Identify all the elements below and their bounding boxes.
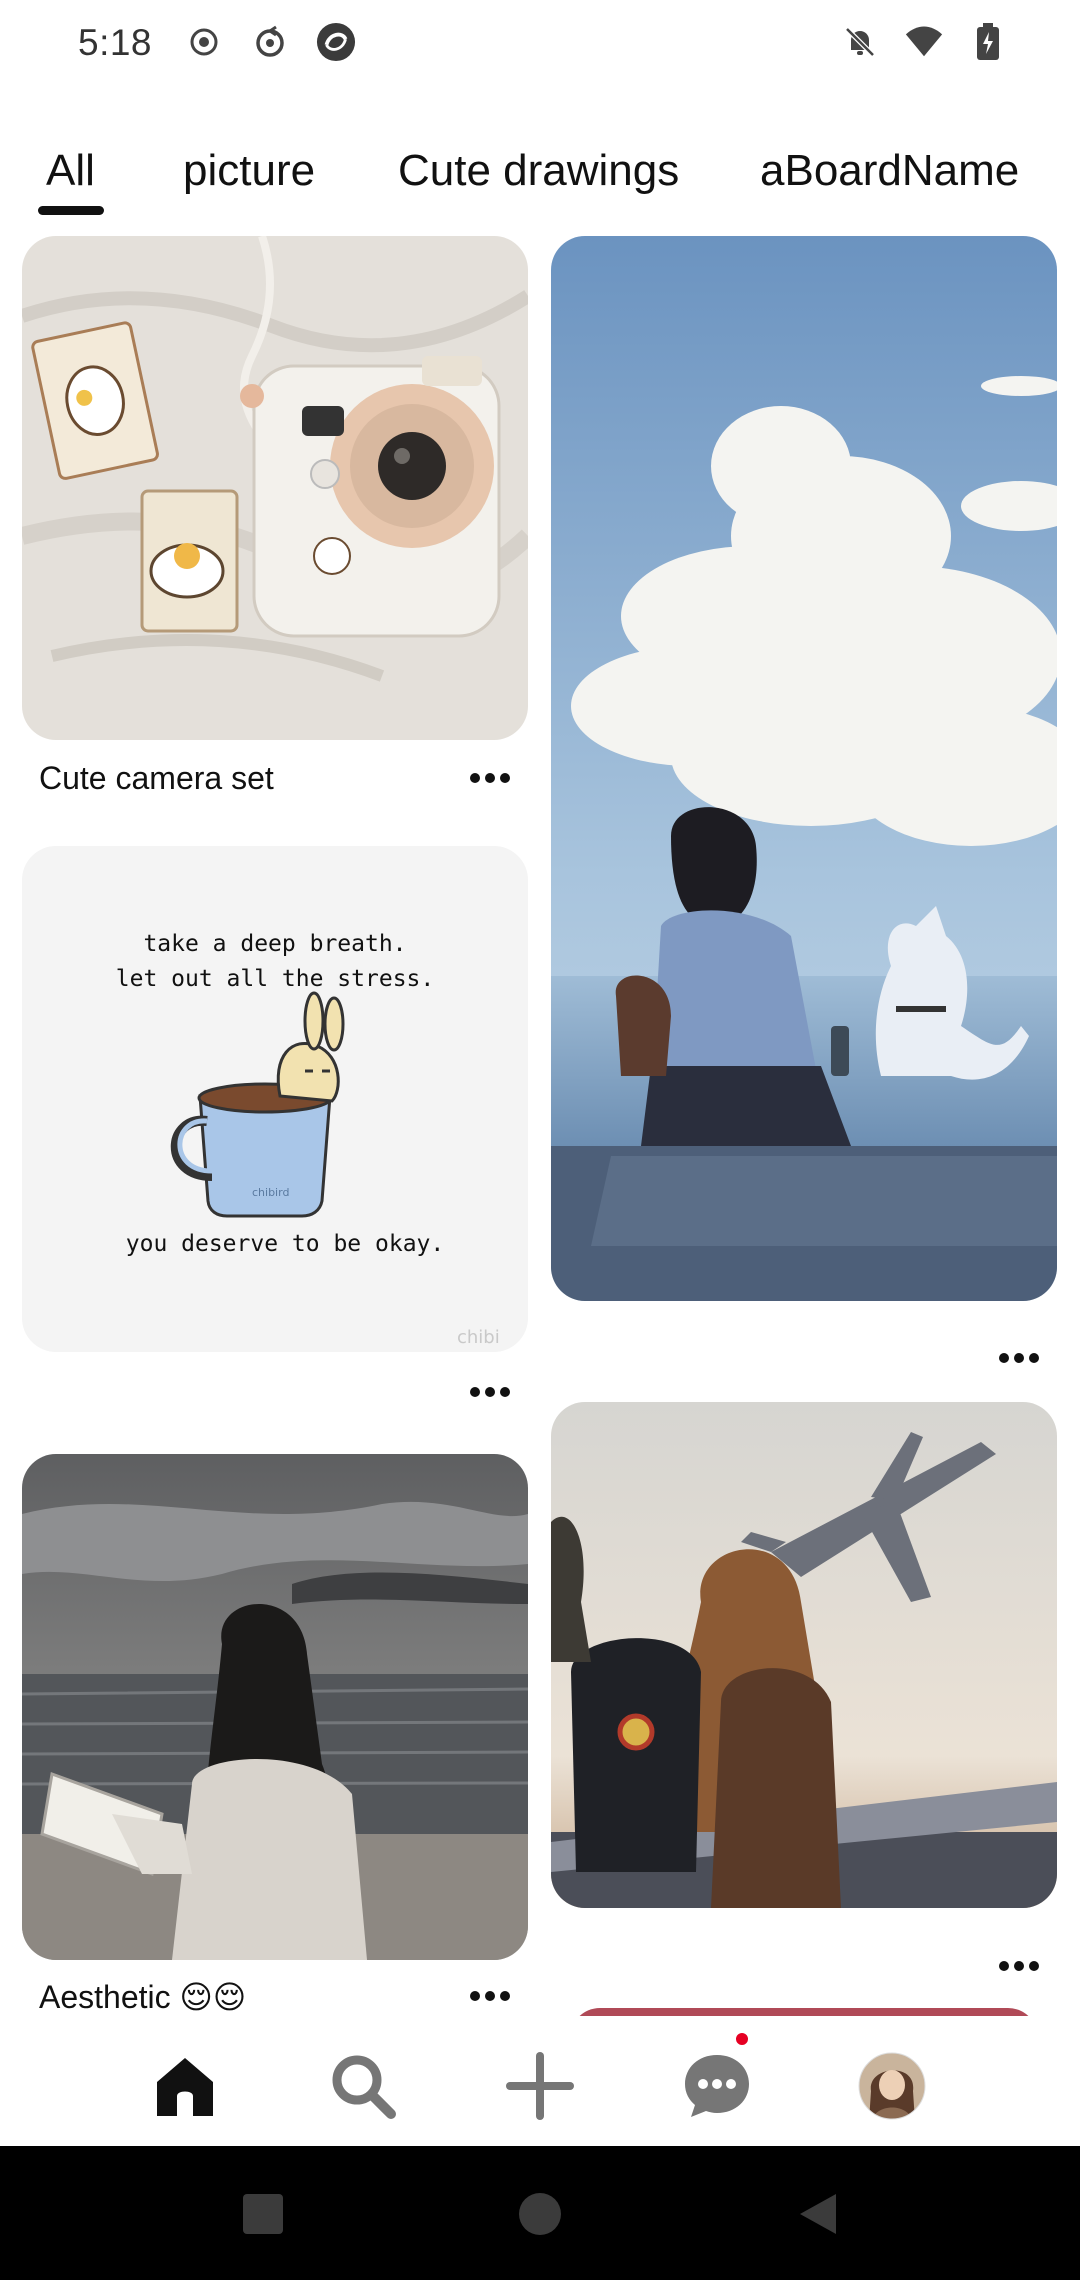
more-options-icon[interactable] bbox=[460, 758, 520, 798]
system-navigation-bar bbox=[0, 2146, 1080, 2280]
back-triangle-icon bbox=[800, 2194, 836, 2234]
app-icon bbox=[316, 22, 356, 62]
home-icon[interactable] bbox=[145, 2046, 225, 2126]
pin-image-camera[interactable] bbox=[22, 236, 528, 740]
pin-image-bunny-mug[interactable]: take a deep breath. let out all the stre… bbox=[22, 846, 528, 1352]
bell-off-icon bbox=[840, 22, 880, 62]
illustration-mug-text: chibird bbox=[252, 1186, 289, 1199]
tab-cute-drawings[interactable]: Cute drawings bbox=[398, 146, 679, 196]
pin-image-airplane-girl[interactable] bbox=[551, 1402, 1057, 1908]
home-button[interactable] bbox=[512, 2186, 568, 2242]
tab-picture[interactable]: picture bbox=[183, 146, 315, 196]
back-button[interactable] bbox=[790, 2186, 846, 2242]
more-options-icon[interactable] bbox=[989, 1338, 1049, 1378]
messages-icon[interactable] bbox=[677, 2046, 757, 2126]
recents-button[interactable] bbox=[235, 2186, 291, 2242]
more-options-icon[interactable] bbox=[989, 1946, 1049, 1986]
circle-icon bbox=[519, 2193, 561, 2235]
create-icon[interactable] bbox=[500, 2046, 580, 2126]
pin-title: Cute camera set bbox=[39, 760, 274, 796]
record-icon bbox=[184, 22, 224, 62]
pin-image-beach-girl[interactable] bbox=[22, 1454, 528, 1960]
illustration-text-line-3: you deserve to be okay. bbox=[126, 1231, 445, 1257]
illustration-text-line-2: let out all the stress. bbox=[116, 966, 435, 992]
search-icon[interactable] bbox=[323, 2046, 403, 2126]
status-icons-left bbox=[184, 22, 356, 62]
status-bar: 5:18 bbox=[0, 0, 1080, 90]
wifi-icon bbox=[904, 22, 944, 62]
status-icons-right bbox=[840, 22, 1008, 62]
illustration-text-line-1: take a deep breath. bbox=[143, 931, 406, 957]
square-icon bbox=[243, 2194, 283, 2234]
selected-tab-indicator bbox=[38, 206, 104, 215]
illustration-watermark: chibi bbox=[457, 1327, 500, 1348]
board-tabs: All picture Cute drawings aBoardName bbox=[0, 140, 1080, 220]
sync-icon bbox=[250, 22, 290, 62]
more-options-icon[interactable] bbox=[460, 1372, 520, 1412]
tab-aboardname[interactable]: aBoardName bbox=[760, 146, 1019, 196]
pin-title: Aesthetic 😌😌 bbox=[39, 1979, 247, 2015]
pin-feed[interactable]: Cute camera set take a deep breath. let … bbox=[0, 236, 1080, 2016]
profile-avatar[interactable] bbox=[852, 2046, 932, 2126]
status-time: 5:18 bbox=[78, 22, 153, 63]
battery-icon bbox=[968, 22, 1008, 62]
pin-image-partial[interactable] bbox=[570, 2008, 1038, 2016]
more-options-icon[interactable] bbox=[460, 1976, 520, 2016]
tab-all[interactable]: All bbox=[46, 146, 95, 196]
bottom-navigation bbox=[0, 2016, 1080, 2146]
pin-image-girl-and-cat[interactable] bbox=[551, 236, 1057, 1301]
notification-dot bbox=[733, 2030, 751, 2048]
